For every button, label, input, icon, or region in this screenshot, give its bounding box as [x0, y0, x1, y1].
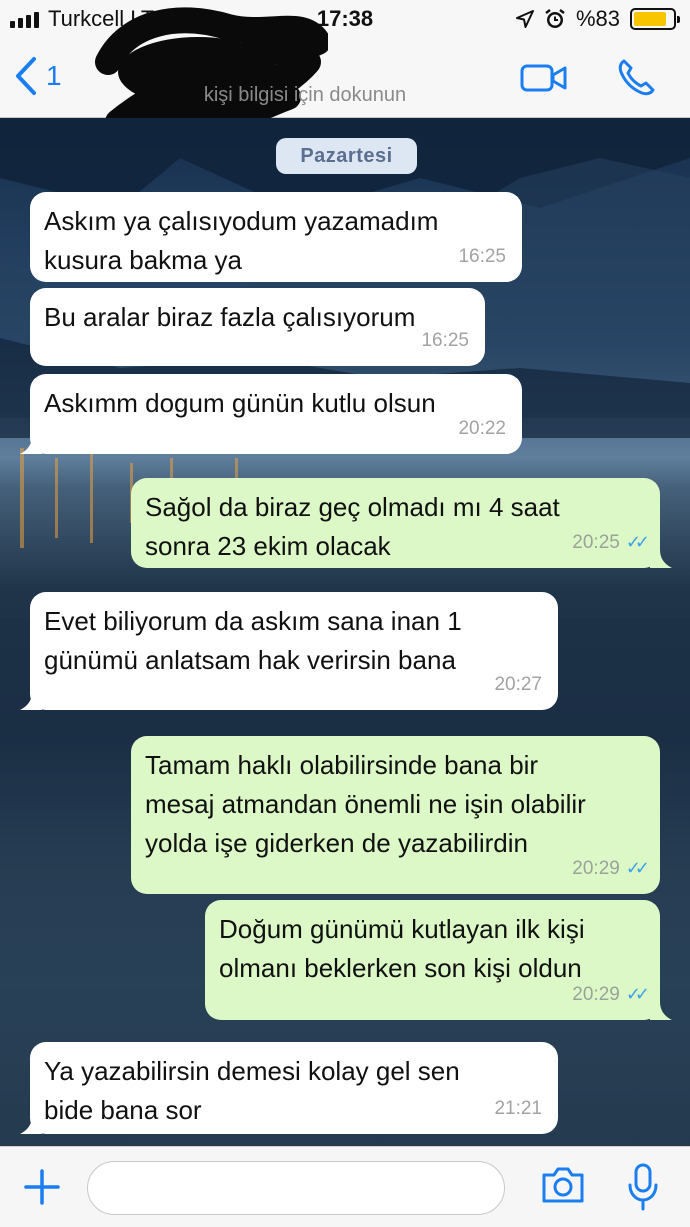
message-bubble-outgoing[interactable]: Sağol da biraz geç olmadı mı 4 saat sonr…	[131, 478, 672, 568]
message-time: 20:29	[572, 984, 620, 1005]
microphone-icon[interactable]	[626, 1163, 660, 1211]
message-time: 16:25	[458, 246, 506, 267]
contact-info-hint[interactable]: kişi bilgisi için dokunun	[0, 84, 610, 107]
message-bubble-outgoing[interactable]: Tamam haklı olabilirsinde bana bir mesaj…	[131, 736, 660, 894]
bubble-tail	[650, 550, 672, 568]
message-bubble-incoming[interactable]: Bu aralar biraz fazla çalısıyorum 16:25	[30, 288, 485, 366]
message-text: Askımm dogum günün kutlu olsun	[44, 388, 436, 418]
message-input-bar	[0, 1146, 690, 1227]
message-meta: 16:25	[421, 321, 469, 360]
message-bubble-incoming[interactable]: Evet biliyorum da askım sana inan 1 günü…	[20, 592, 558, 710]
read-receipt-icon: ✓✓	[625, 532, 650, 552]
message-meta: 20:22	[458, 409, 506, 448]
message-time: 21:21	[494, 1098, 542, 1119]
status-right-group: %83	[515, 6, 680, 32]
bubble-tail	[20, 1116, 42, 1134]
chat-area[interactable]: Pazartesi Askım ya çalısıyodum yazamadım…	[0, 118, 690, 1146]
message-text: Bu aralar biraz fazla çalısıyorum	[44, 302, 416, 332]
message-meta: 20:25 ✓✓	[572, 523, 650, 562]
message-text: Sağol da biraz geç olmadı mı 4 saat sonr…	[145, 492, 560, 561]
plus-icon[interactable]	[22, 1167, 62, 1207]
battery-percent: %83	[575, 6, 620, 31]
message-meta: 20:29 ✓✓	[572, 975, 650, 1014]
message-text: Askım ya çalısıyodum yazamadım kusura ba…	[44, 206, 439, 275]
bubble-tail	[20, 436, 42, 454]
message-text: Ya yazabilirsin demesi kolay gel sen bid…	[44, 1056, 460, 1125]
message-bubble-incoming[interactable]: Askımm dogum günün kutlu olsun 20:22	[20, 374, 522, 454]
chat-header: 1 kişi bilgisi için dokunun	[0, 7, 690, 151]
message-input[interactable]	[87, 1161, 505, 1215]
message-time: 20:29	[572, 858, 620, 879]
message-text: Tamam haklı olabilirsinde bana bir mesaj…	[145, 750, 586, 858]
message-time: 20:25	[572, 532, 620, 553]
message-time: 20:22	[458, 418, 506, 439]
message-meta: 20:29 ✓✓	[572, 849, 650, 888]
camera-icon[interactable]	[540, 1165, 586, 1205]
day-separator: Pazartesi	[276, 138, 417, 174]
message-meta: 16:25	[458, 237, 506, 276]
message-text: Evet biliyorum da askım sana inan 1 günü…	[44, 606, 462, 675]
message-time: 16:25	[421, 330, 469, 351]
message-meta: 20:27	[494, 665, 542, 704]
battery-level-fill	[634, 12, 666, 26]
header-actions	[520, 58, 656, 98]
video-call-icon[interactable]	[520, 62, 568, 94]
message-meta: 21:21	[494, 1089, 542, 1128]
message-bubble-incoming[interactable]: Askım ya çalısıyodum yazamadım kusura ba…	[30, 192, 522, 282]
bubble-tail	[20, 692, 42, 710]
phone-icon[interactable]	[616, 58, 656, 98]
bubble-tail	[650, 1002, 672, 1020]
message-time: 20:27	[494, 674, 542, 695]
message-bubble-outgoing[interactable]: Doğum günümü kutlayan ilk kişi olmanı be…	[205, 900, 672, 1020]
battery-icon	[630, 8, 680, 30]
message-bubble-incoming[interactable]: Ya yazabilirsin demesi kolay gel sen bid…	[20, 1042, 558, 1134]
alarm-icon	[545, 9, 565, 28]
read-receipt-icon: ✓✓	[625, 858, 650, 878]
location-icon	[515, 10, 534, 28]
read-receipt-icon: ✓✓	[625, 984, 650, 1004]
